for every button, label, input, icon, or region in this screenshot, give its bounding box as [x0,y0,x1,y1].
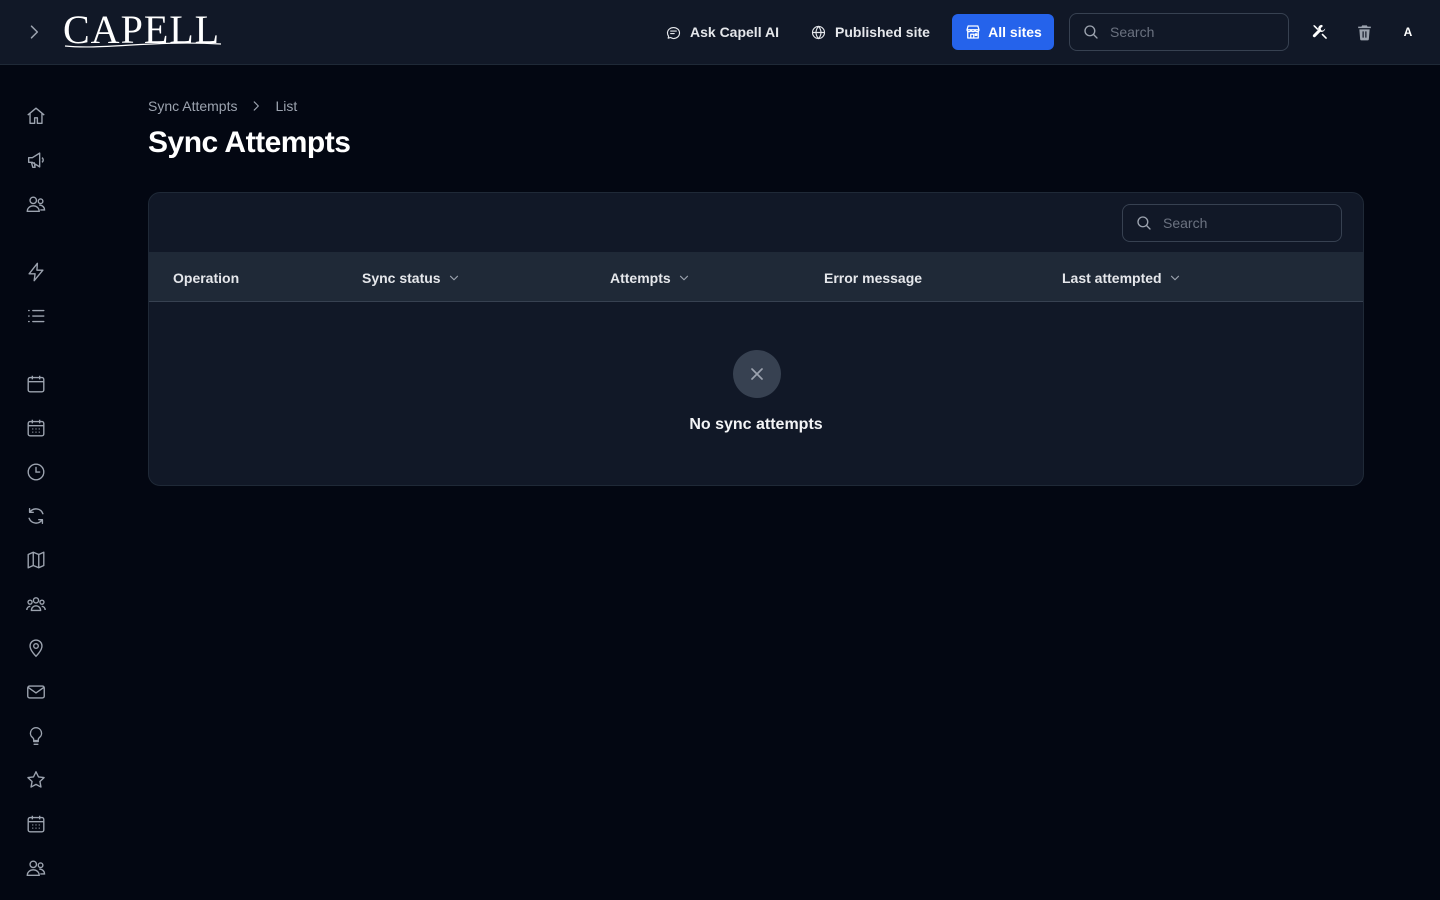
envelope-icon [27,685,45,699]
star-icon [27,771,45,788]
users-icon [26,196,46,213]
storefront-icon [966,25,980,39]
ask-capell-ai-button[interactable]: Ask Capell AI [665,14,779,50]
column-header-attempts[interactable]: Attempts [610,253,691,302]
breadcrumb-parent-link[interactable]: Sync Attempts [148,98,237,114]
chevron-down-icon [679,275,688,280]
x-mark-icon [751,368,763,380]
global-search[interactable] [1069,13,1289,51]
user-group-icon [26,597,46,612]
column-header-error-message: Error message [824,253,922,302]
published-site-button[interactable]: Published site [810,14,930,50]
sidebar-item-schedule[interactable] [24,416,48,440]
calendar-icon [27,375,45,393]
light-bulb-icon [29,727,43,745]
sidebar-item-calendar[interactable] [24,372,48,396]
chat-bubble-icon [666,26,681,39]
trash-button[interactable] [1352,20,1376,44]
search-icon [1137,216,1151,230]
top-bar: CAPELL Ask Capell AI Published site All … [0,0,1440,65]
chevron-down-icon [1170,275,1179,280]
sidebar-item-mail[interactable] [24,680,48,704]
sidebar-item-map[interactable] [24,548,48,572]
sidebar-item-ideas[interactable] [24,724,48,748]
megaphone-icon [27,152,44,169]
map-icon [27,551,45,569]
column-label: Last attempted [1062,269,1162,286]
page-title: Sync Attempts [148,126,351,159]
sidebar-item-favorites[interactable] [24,768,48,792]
calendar-days-icon [27,419,45,437]
search-icon [1084,25,1098,39]
column-label: Sync status [362,269,441,286]
map-pin-icon [29,639,43,658]
all-sites-button[interactable]: All sites [952,14,1054,50]
clock-icon [27,463,45,481]
table-header-row: Operation Sync status Attempts Error mes… [149,253,1363,302]
trash-icon [1357,24,1371,40]
sidebar-item-home[interactable] [24,104,48,128]
published-site-label: Published site [835,24,930,40]
wrench-screwdriver-icon [1312,24,1327,39]
user-avatar[interactable]: A [1396,20,1420,44]
column-header-sync-status[interactable]: Sync status [362,253,461,302]
table-search[interactable] [1122,204,1342,242]
breadcrumb: Sync Attempts List [148,96,297,116]
chevron-right-icon [30,25,39,39]
column-label: Error message [824,269,923,286]
home-icon [27,107,45,125]
refresh-icon [28,507,44,525]
sidebar-item-sync[interactable] [24,504,48,528]
column-header-operation: Operation [173,253,239,302]
sidebar-item-campaigns[interactable] [24,148,48,172]
sync-attempts-table-card: Operation Sync status Attempts Error mes… [148,192,1364,486]
chevron-right-icon [254,101,260,111]
globe-icon [811,25,826,39]
column-header-last-attempted[interactable]: Last attempted [1062,253,1182,302]
list-icon [27,309,45,323]
sidebar-item-history[interactable] [24,460,48,484]
empty-state-icon [733,350,781,398]
calendar-days-icon [27,815,45,833]
ask-ai-label: Ask Capell AI [690,24,779,40]
sidebar-expand-button[interactable] [22,20,46,44]
sidebar-item-users[interactable] [24,192,48,216]
column-label: Operation [173,269,240,286]
column-label: Attempts [610,269,671,286]
all-sites-label: All sites [988,24,1042,40]
sidebar [0,65,72,900]
tools-button[interactable] [1308,20,1332,44]
logo-swoosh [64,42,222,48]
empty-state: No sync attempts [149,302,1363,485]
users-icon [26,860,46,877]
table-toolbar [149,193,1363,253]
breadcrumb-current: List [275,98,298,114]
sidebar-item-automations[interactable] [24,260,48,284]
bolt-icon [28,262,44,282]
sidebar-item-lists[interactable] [24,304,48,328]
table-search-input[interactable] [1163,215,1323,231]
global-search-input[interactable] [1110,24,1270,40]
sidebar-item-events[interactable] [24,812,48,836]
sidebar-item-groups[interactable] [24,592,48,616]
empty-state-text: No sync attempts [689,416,823,433]
sidebar-item-locations[interactable] [24,636,48,660]
chevron-down-icon [449,275,458,280]
sidebar-item-team[interactable] [24,856,48,880]
